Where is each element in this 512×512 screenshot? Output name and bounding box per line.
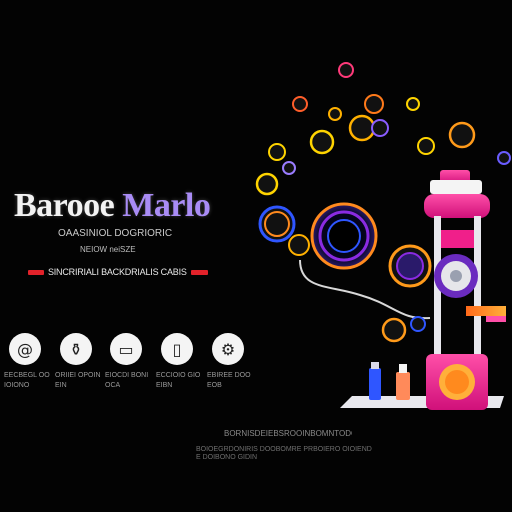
bubble [410, 316, 426, 332]
feature-item[interactable]: @ EECBEGL OOIOIONO [4, 333, 50, 403]
bottle-blue [369, 368, 381, 400]
machine-head [424, 194, 490, 218]
bottle-blue-cap [371, 362, 379, 369]
bottle-orange-cap [399, 364, 407, 373]
bubble [288, 234, 310, 256]
bubble [338, 62, 354, 78]
feature-caption: ORIIEI OPOINEIN [55, 372, 101, 389]
device-icon[interactable]: ▭ [110, 333, 142, 365]
bottle-icon[interactable]: ⚱ [60, 333, 92, 365]
machine-top-band [430, 180, 482, 194]
tagline-text: SINCRIRIALI BACKDRIALIS CABIS [47, 267, 187, 277]
tagline-accent-left [28, 269, 44, 275]
bubble-machine [424, 170, 506, 410]
brand-subtitle-small: NEIOW neiSZE [80, 245, 136, 254]
bubble [364, 94, 384, 114]
brand-title-word-2: Marlo [122, 187, 211, 224]
footer-text: BOIOEGRDONIRIS DOOBOMRE PRBOIERO OIOIEND… [196, 446, 372, 461]
machine-pillar-right [474, 216, 481, 362]
bubble [309, 129, 335, 155]
feature-caption: ECCIOIO GIOEIBN [156, 372, 201, 389]
machine-arm-tip [486, 316, 506, 322]
bottle-orange [396, 372, 410, 400]
at-sign-icon[interactable]: @ [9, 333, 41, 365]
machine-base-window-inner [445, 370, 469, 394]
machine-wheel-hub [450, 270, 462, 282]
bubble [255, 172, 279, 196]
feature-caption: EIOCDI BONIOCA [105, 372, 149, 389]
tube-icon[interactable]: ▯ [161, 333, 193, 365]
bubble [328, 107, 342, 121]
bubble [381, 317, 407, 343]
page: Barooe Marlo OAASINIOL DOGRIORIC NEIOW n… [0, 0, 512, 512]
bubble [268, 143, 286, 161]
bubble [406, 97, 420, 111]
large-bubble-core [327, 219, 361, 253]
footer-heading: BORNISDEIEBSROOINBOMNTODOBE [224, 429, 352, 438]
brand-subtitle: OAASINIOL DOGRIORIC [58, 228, 173, 239]
brand-title: Barooe Marlo [14, 186, 211, 226]
tagline-accent-right [190, 269, 208, 275]
feature-row: @ EECBEGL OOIOIONO ⚱ ORIIEI OPOINEIN ▭ E… [4, 333, 256, 403]
bubble-machine-illustration [255, 62, 511, 410]
feature-caption: EECBEGL OOIOIONO [4, 372, 50, 389]
brand-title-word-1: Barooe [14, 187, 115, 224]
bubble [282, 161, 296, 175]
bubble [371, 119, 389, 137]
bubble [396, 252, 424, 280]
tagline-bar: SINCRIRIALI BACKDRIALIS CABIS [28, 266, 208, 278]
feature-item[interactable]: ▭ EIOCDI BONIOCA [105, 333, 151, 403]
machine-arm [466, 306, 506, 316]
feature-item[interactable]: ▯ ECCIOIO GIOEIBN [156, 333, 202, 403]
bubble [417, 137, 435, 155]
machine-bracket [441, 230, 474, 248]
feature-item[interactable]: ⚱ ORIIEI OPOINEIN [55, 333, 101, 403]
bubble [348, 114, 376, 142]
bubble [448, 121, 476, 149]
bubble [292, 96, 308, 112]
bubble [497, 151, 511, 165]
bottles [369, 362, 410, 400]
